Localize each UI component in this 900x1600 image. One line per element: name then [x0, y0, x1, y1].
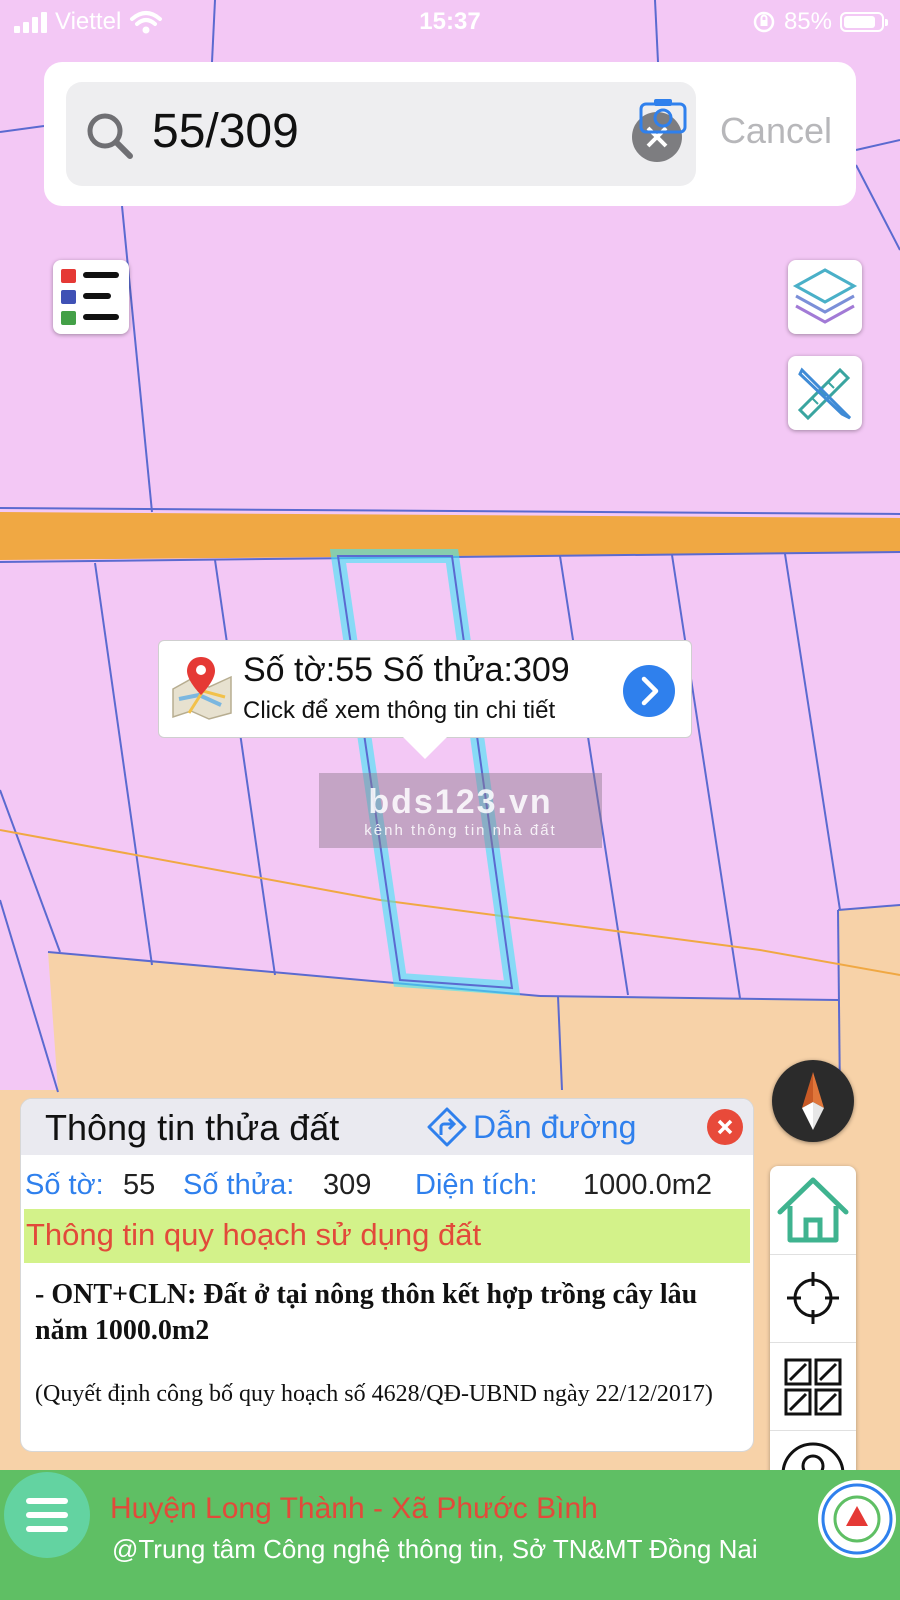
- watermark-tagline: kênh thông tin nhà đất: [364, 822, 557, 839]
- search-card: 55/309 Cancel: [44, 62, 856, 206]
- agency-logo: [818, 1480, 896, 1558]
- status-right: 85%: [752, 8, 888, 36]
- land-use-description: - ONT+CLN: Đất ở tại nông thôn kết hợp t…: [35, 1279, 698, 1346]
- search-input[interactable]: 55/309: [66, 82, 696, 186]
- popup-detail-button[interactable]: [623, 665, 675, 717]
- map-pin-icon: [172, 657, 232, 720]
- compass-button[interactable]: [772, 1060, 854, 1142]
- parcel-label: Số thửa:: [183, 1169, 295, 1201]
- directions-button[interactable]: Dẫn đường: [427, 1107, 636, 1147]
- layers-button[interactable]: [788, 260, 862, 334]
- battery-fill: [844, 16, 875, 28]
- orientation-lock-icon: [753, 11, 775, 33]
- layers-icon: [792, 268, 858, 324]
- hamburger-menu-icon: [26, 1498, 68, 1532]
- cancel-button[interactable]: Cancel: [720, 110, 832, 152]
- popup-title: Số tờ:55 Số thửa:309: [243, 651, 570, 689]
- qr-scan-button[interactable]: [770, 1342, 856, 1431]
- battery-percent: 85%: [783, 8, 832, 35]
- info-panel-title: Thông tin thửa đất: [45, 1107, 340, 1148]
- parcel-value: 309: [323, 1169, 372, 1201]
- parcel-summary-row: Số tờ: 55 Số thửa: 309 Diện tích: 1000.0…: [25, 1165, 745, 1211]
- battery-icon: [840, 12, 888, 32]
- info-panel-header: Thông tin thửa đất Dẫn đường: [21, 1099, 753, 1155]
- area-label: Diện tích:: [415, 1169, 538, 1201]
- credit-text: @Trung tâm Công nghệ thông tin, Sở TN&MT…: [112, 1534, 758, 1564]
- chevron-right-icon: [641, 676, 659, 706]
- ruler-pencil-icon: [797, 367, 852, 421]
- parcel-info-panel: Thông tin thửa đất Dẫn đường Số tờ: 55 S…: [20, 1098, 754, 1452]
- planning-section-header: Thông tin quy hoạch sử dụng đất: [24, 1209, 750, 1263]
- camera-search-icon[interactable]: [638, 96, 688, 136]
- directions-icon: [427, 1107, 467, 1147]
- popup-subtitle: Click để xem thông tin chi tiết: [243, 697, 556, 724]
- home-button[interactable]: [770, 1166, 856, 1255]
- compass-icon: [802, 1072, 824, 1130]
- decision-note: (Quyết định công bố quy hoạch số 4628/QĐ…: [35, 1381, 713, 1407]
- status-bar: Viettel 15:37 85%: [0, 0, 900, 44]
- planning-section-title: Thông tin quy hoạch sử dụng đất: [26, 1217, 482, 1252]
- map-tools-panel: [770, 1166, 856, 1520]
- watermark-brand: bds123.vn: [368, 783, 553, 821]
- location-text: Huyện Long Thành - Xã Phước Bình: [110, 1492, 598, 1525]
- home-icon: [777, 1177, 849, 1243]
- qr-code-icon: [784, 1358, 842, 1416]
- directions-label: Dẫn đường: [473, 1108, 637, 1145]
- sheet-label: Số tờ:: [25, 1169, 104, 1201]
- sheet-value: 55: [123, 1169, 156, 1201]
- close-panel-button[interactable]: [707, 1109, 743, 1145]
- crosshair-icon: [787, 1272, 839, 1324]
- legend-button[interactable]: [53, 260, 129, 334]
- watermark: bds123.vn kênh thông tin nhà đất: [319, 773, 602, 848]
- measure-button[interactable]: [788, 356, 862, 430]
- search-query[interactable]: 55/309: [152, 104, 299, 159]
- my-location-button[interactable]: [770, 1254, 856, 1343]
- main-menu-button[interactable]: [4, 1472, 90, 1558]
- close-icon: [717, 1119, 733, 1135]
- legend-icon: [61, 269, 119, 325]
- bottom-bar: Huyện Long Thành - Xã Phước Bình @Trung …: [0, 1470, 900, 1600]
- parcel-popup[interactable]: Số tờ:55 Số thửa:309 Click để xem thông …: [158, 640, 692, 759]
- agency-logo-icon: [821, 1483, 893, 1555]
- area-value: 1000.0m2: [583, 1169, 712, 1201]
- search-icon: [87, 113, 133, 159]
